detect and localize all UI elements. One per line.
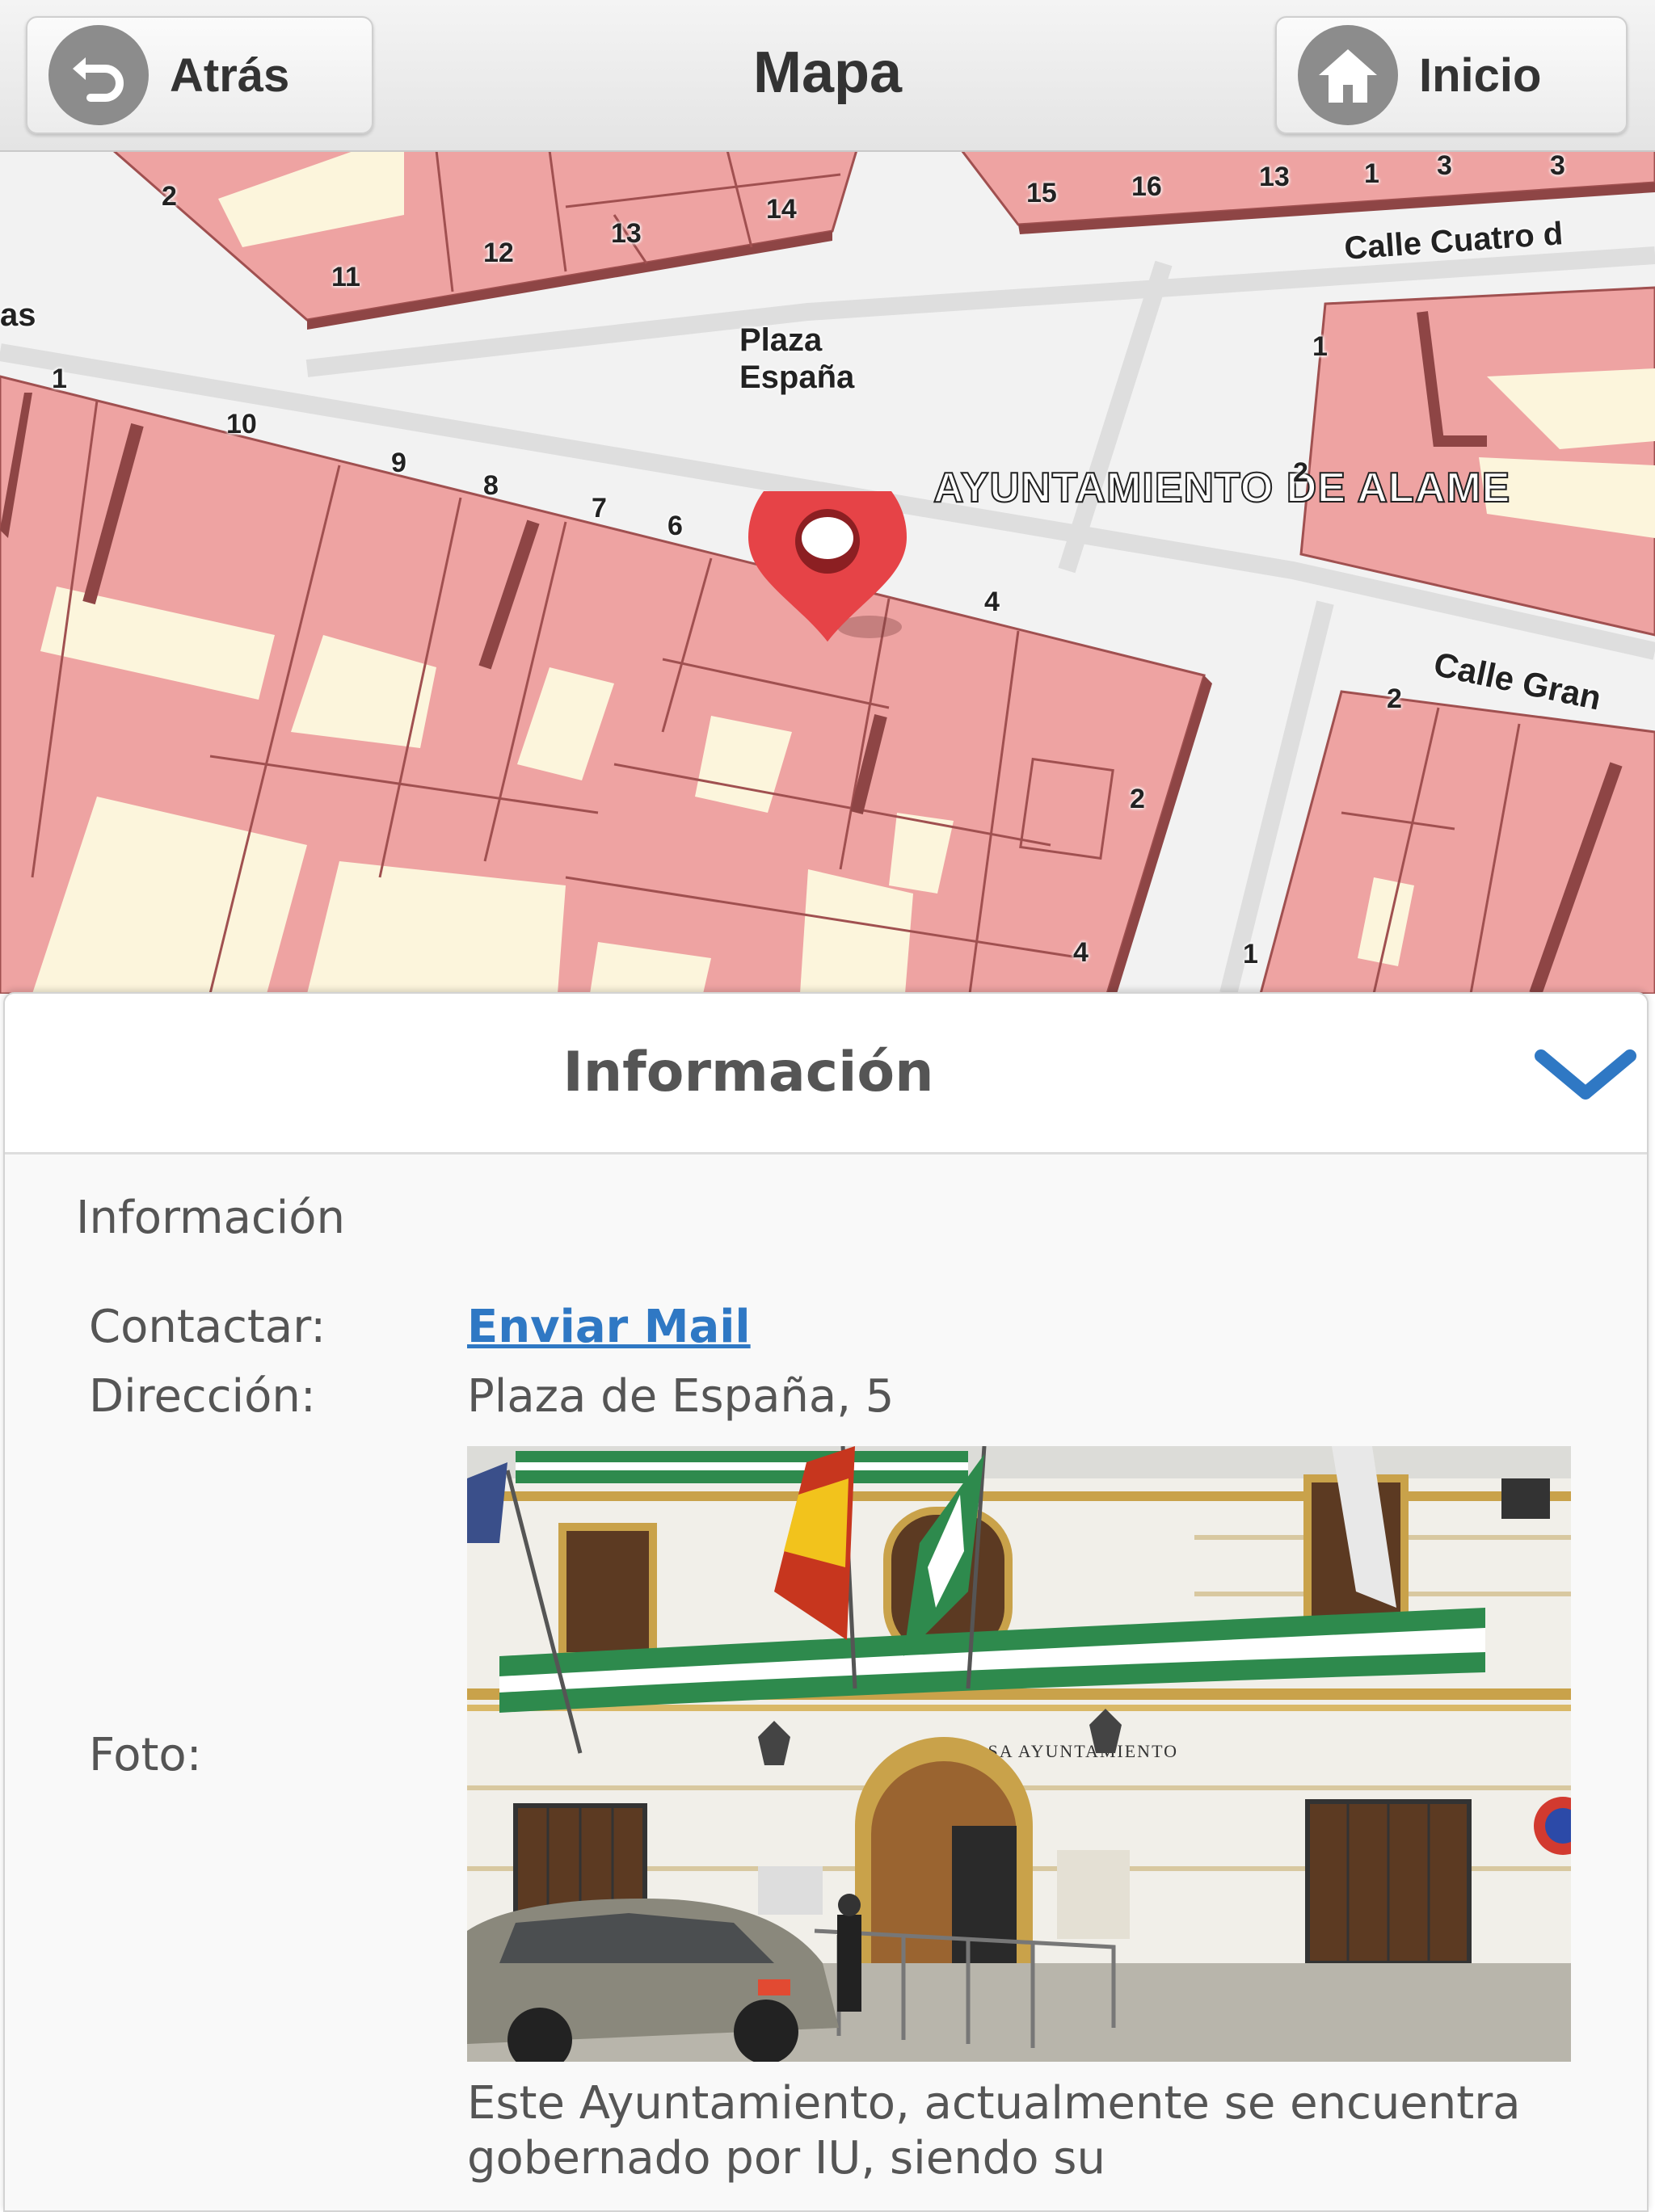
top-navigation-bar: Atrás Mapa Inicio xyxy=(0,0,1655,152)
info-panel-title: Información xyxy=(562,1041,934,1104)
house-number: 11 xyxy=(331,262,360,292)
house-number: 1 xyxy=(1312,331,1328,362)
map-label-ayuntamiento: AYUNTAMIENTO DE ALAME xyxy=(933,464,1511,512)
house-number: 2 xyxy=(1130,784,1145,814)
house-number: 1 xyxy=(52,364,67,394)
back-arrow-icon xyxy=(48,25,149,125)
town-hall-photo: CASA AYUNTAMIENTO xyxy=(467,1446,1571,2062)
info-panel: Información Información Contactar: Envia… xyxy=(3,992,1649,2212)
description-text: Este Ayuntamiento, actualmente se encuen… xyxy=(467,2077,1521,2185)
address-value: Plaza de España, 5 xyxy=(467,1370,895,1423)
house-number: 7 xyxy=(592,493,607,524)
house-number: 1 xyxy=(1243,939,1258,969)
house-icon xyxy=(1298,25,1398,125)
house-number: 14 xyxy=(766,194,797,225)
house-number: 8 xyxy=(483,470,499,501)
section-heading: Información xyxy=(76,1192,345,1244)
house-number: 4 xyxy=(984,587,1000,617)
collapse-button[interactable] xyxy=(1529,1034,1642,1115)
house-number: 4 xyxy=(1073,937,1089,968)
house-number: 2 xyxy=(1387,683,1402,714)
map-view[interactable]: Plaza España AYUNTAMIENTO DE ALAME Calle… xyxy=(0,150,1655,994)
back-button-label: Atrás xyxy=(170,48,290,102)
contact-label: Contactar: xyxy=(89,1301,326,1353)
house-number: 3 xyxy=(1437,150,1452,181)
house-number: 13 xyxy=(611,218,642,249)
address-label: Dirección: xyxy=(89,1370,316,1423)
house-number: 3 xyxy=(1550,150,1565,181)
chevron-down-icon xyxy=(1535,1049,1636,1100)
house-number: 1 xyxy=(1364,158,1379,189)
house-number: 16 xyxy=(1131,171,1162,202)
house-number: 2 xyxy=(162,181,177,212)
home-button-label: Inicio xyxy=(1419,48,1542,102)
photo-label: Foto: xyxy=(89,1729,202,1781)
send-mail-link[interactable]: Enviar Mail xyxy=(467,1301,751,1353)
house-number: 15 xyxy=(1026,178,1057,208)
house-number: 9 xyxy=(391,448,406,478)
info-panel-header[interactable]: Información xyxy=(5,994,1647,1154)
map-label-edge: as xyxy=(0,297,36,333)
map-label-plaza: Plaza España xyxy=(739,322,855,395)
house-number: 13 xyxy=(1259,162,1290,192)
home-button[interactable]: Inicio xyxy=(1275,16,1628,134)
house-number: 12 xyxy=(483,238,514,268)
house-number: 2 xyxy=(1293,457,1308,488)
house-number: 10 xyxy=(226,409,257,439)
house-number: 6 xyxy=(667,511,683,541)
back-button[interactable]: Atrás xyxy=(26,16,373,134)
